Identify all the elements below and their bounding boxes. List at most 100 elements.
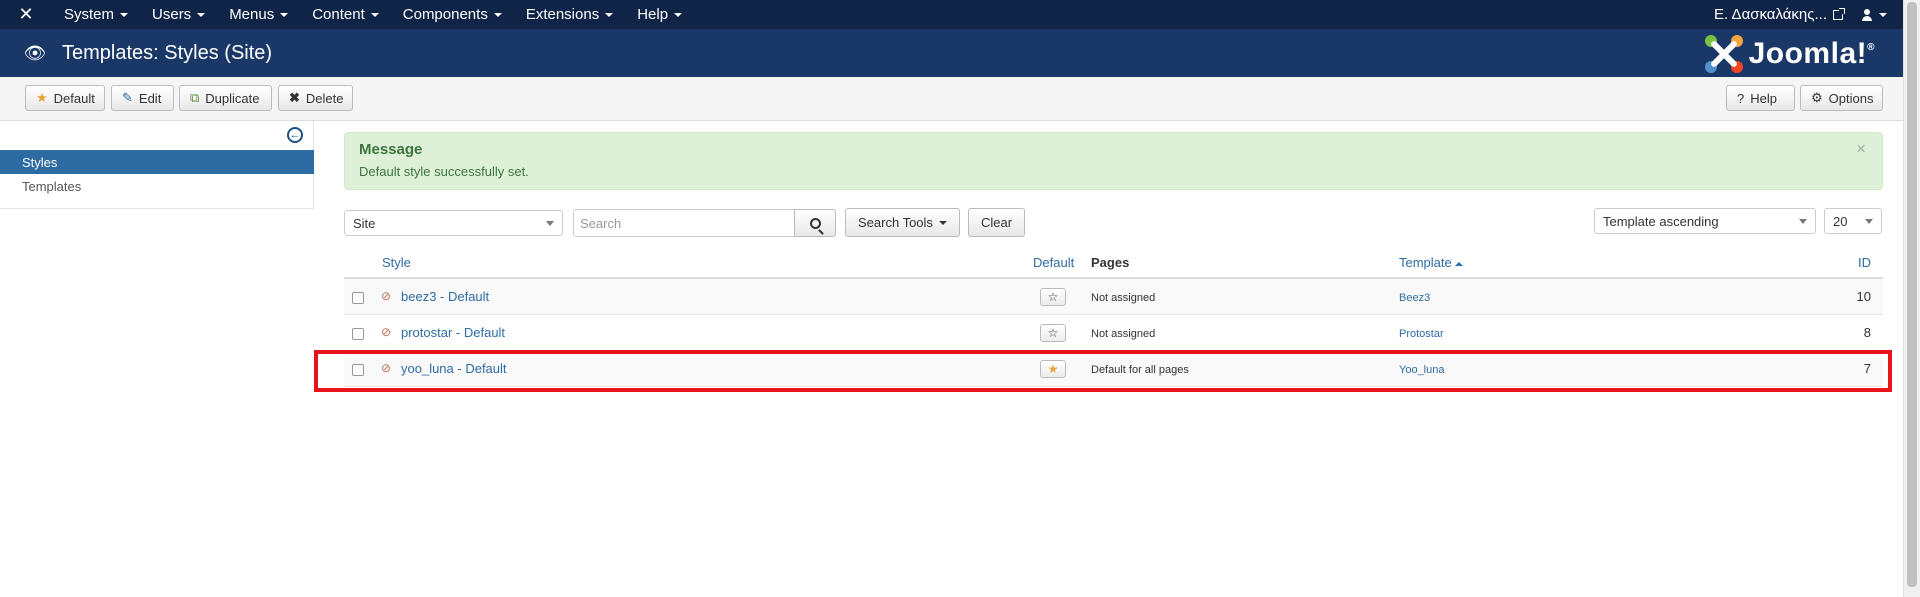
template-link[interactable]: Beez3: [1399, 292, 1430, 304]
client-select[interactable]: Site: [344, 210, 563, 236]
caret-down-icon: [674, 12, 683, 17]
star-outline-icon: ☆: [1047, 326, 1059, 340]
menu-help[interactable]: Help: [625, 0, 694, 29]
select-value: Site: [353, 215, 376, 231]
row-checkbox[interactable]: [352, 292, 364, 304]
sidebar-item-label: Styles: [22, 154, 58, 170]
sidebar-item-label: Templates: [22, 178, 82, 194]
site-link[interactable]: Ε. Δασκαλάκης...: [1696, 6, 1861, 23]
table-row: ⊘ beez3 - Default ☆ Not assigned Beez3 1…: [344, 279, 1883, 315]
menu-label: Extensions: [525, 6, 600, 23]
sidebar: ← Styles Templates: [0, 121, 314, 209]
joomla-logo-icon[interactable]: ✕: [0, 0, 52, 29]
button-label: Default: [53, 90, 95, 106]
collapse-sidebar-icon[interactable]: ←: [287, 127, 303, 143]
column-header-pages: Pages: [1091, 255, 1130, 270]
close-icon[interactable]: ×: [1856, 139, 1866, 159]
user-icon: [1861, 8, 1873, 21]
menu-label: Content: [312, 6, 365, 23]
button-label: Duplicate: [205, 90, 260, 106]
style-link[interactable]: beez3 - Default: [401, 289, 489, 304]
column-label: Template: [1399, 255, 1452, 270]
dropdown-arrow-icon: [1865, 219, 1873, 224]
pages-cell: Not assigned: [1091, 328, 1156, 340]
top-navbar: ✕ System Users Menus Content Components …: [0, 0, 1903, 29]
caret-down-icon: [370, 12, 379, 17]
ordering-select[interactable]: Template ascending: [1594, 208, 1816, 234]
row-checkbox[interactable]: [352, 328, 364, 340]
navbar-right: Ε. Δασκαλάκης...: [1696, 0, 1903, 29]
duplicate-button[interactable]: ⧉ Duplicate: [179, 85, 272, 111]
column-header-template[interactable]: Template: [1399, 255, 1463, 270]
caret-down-icon: [493, 12, 502, 17]
star-outline-icon: ☆: [1047, 290, 1059, 304]
menu-content[interactable]: Content: [300, 0, 391, 29]
column-header-default[interactable]: Default: [1033, 255, 1074, 270]
id-cell: 10: [1856, 289, 1871, 304]
menu-components[interactable]: Components: [391, 0, 514, 29]
button-label: Delete: [305, 90, 344, 106]
edit-icon: ✎: [122, 90, 133, 105]
message-title: Message: [359, 141, 423, 158]
table-header: Style Default Pages Template ID: [344, 246, 1883, 279]
search-input[interactable]: Search: [573, 209, 795, 237]
brand-text: Joomla!: [1748, 37, 1868, 70]
select-value: 20: [1833, 213, 1848, 229]
button-label: Search Tools: [858, 215, 933, 230]
edit-button[interactable]: ✎ Edit: [111, 85, 174, 111]
caret-down-icon: [120, 12, 129, 17]
menu-system[interactable]: System: [52, 0, 140, 29]
caret-down-icon: [605, 12, 614, 17]
success-message: Message Default style successfully set. …: [344, 132, 1883, 190]
gear-icon: ⚙: [1811, 90, 1823, 105]
help-button[interactable]: ? Help: [1726, 85, 1795, 111]
column-header-style[interactable]: Style: [382, 255, 411, 270]
button-label: Options: [1828, 90, 1874, 106]
question-icon: ?: [1737, 90, 1745, 106]
menu-label: Menus: [229, 6, 275, 23]
sidebar-item-styles[interactable]: Styles: [0, 150, 314, 174]
sidebar-item-templates[interactable]: Templates: [0, 174, 314, 198]
page-header: 👁 Templates: Styles (Site) Joomla! ®: [0, 29, 1903, 77]
menu-extensions[interactable]: Extensions: [514, 0, 625, 29]
menu-label: System: [64, 6, 115, 23]
hidden-eye-icon: ⊘: [381, 289, 392, 303]
delete-button[interactable]: ✖ Delete: [278, 85, 353, 111]
search-icon: [809, 217, 821, 229]
star-icon: ★: [36, 90, 48, 105]
toolbar: ★ Default ✎ Edit ⧉ Duplicate ✖ Delete ? Help …: [0, 77, 1903, 121]
clear-button[interactable]: Clear: [968, 208, 1026, 237]
highlight-box: [314, 350, 1892, 392]
column-header-id[interactable]: ID: [1858, 255, 1871, 270]
search-placeholder: Search: [580, 215, 622, 231]
search-button[interactable]: [794, 209, 836, 237]
caret-down-icon: [197, 12, 206, 17]
page-title: Templates: Styles (Site): [62, 41, 273, 64]
scrollbar[interactable]: [1903, 0, 1920, 597]
set-default-button[interactable]: ☆: [1040, 288, 1066, 306]
menu-label: Users: [152, 6, 192, 23]
caret-down-icon: [1879, 12, 1887, 17]
set-default-button[interactable]: ☆: [1040, 324, 1066, 342]
template-link[interactable]: Protostar: [1399, 328, 1444, 340]
external-link-icon: [1833, 7, 1845, 20]
menu-users[interactable]: Users: [140, 0, 217, 29]
copy-icon: ⧉: [190, 90, 200, 105]
style-link[interactable]: protostar - Default: [401, 325, 505, 340]
caret-down-icon: [938, 220, 947, 225]
sort-ascending-icon: [1454, 261, 1463, 266]
user-menu[interactable]: [1861, 8, 1903, 21]
menu-menus[interactable]: Menus: [217, 0, 300, 29]
scrollbar-thumb[interactable]: [1907, 2, 1917, 587]
default-button[interactable]: ★ Default: [25, 85, 105, 111]
menu-label: Help: [637, 6, 669, 23]
options-button[interactable]: ⚙ Options: [1800, 85, 1883, 111]
pages-cell: Not assigned: [1091, 292, 1156, 304]
select-value: Template ascending: [1603, 213, 1719, 229]
id-cell: 8: [1863, 325, 1871, 340]
caret-down-icon: [280, 12, 289, 17]
search-tools-button[interactable]: Search Tools: [845, 208, 960, 237]
eye-icon: 👁: [23, 42, 47, 63]
joomla-brand-icon: [1704, 35, 1743, 73]
limit-select[interactable]: 20: [1824, 208, 1882, 234]
